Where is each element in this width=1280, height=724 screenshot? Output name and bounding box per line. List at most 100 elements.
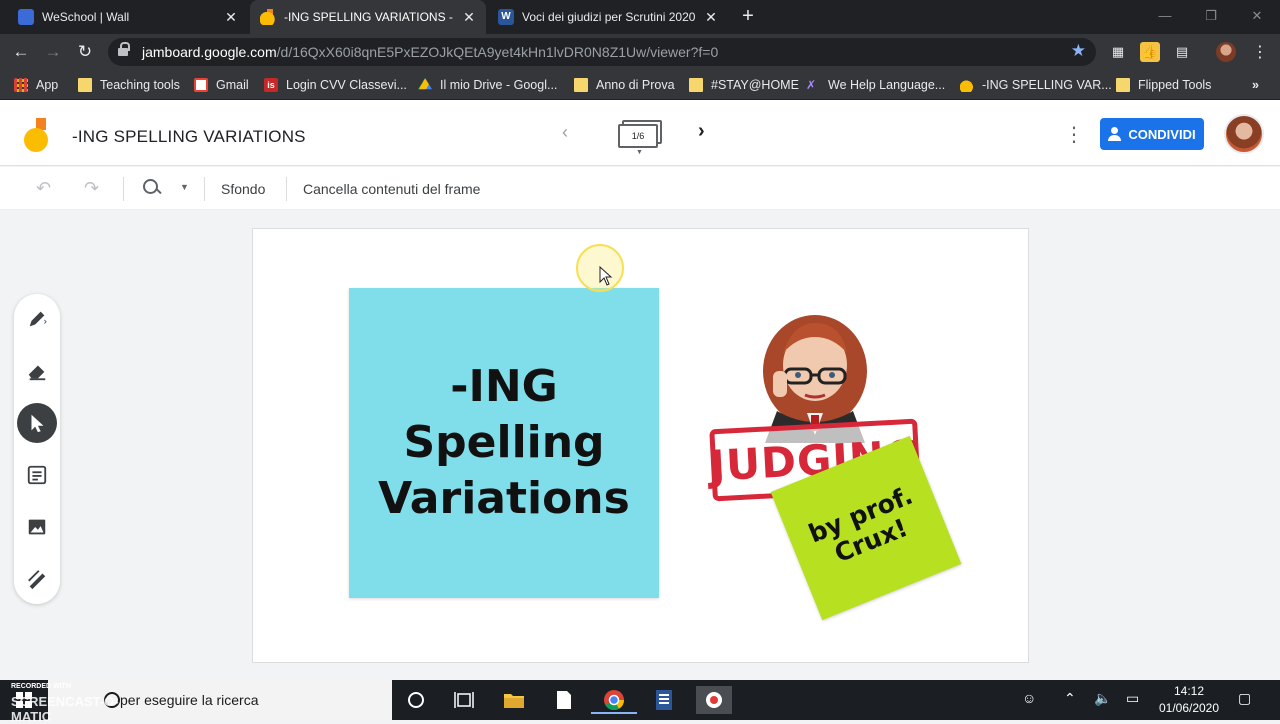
bookmark-label: We Help Language... xyxy=(828,78,946,92)
bookmark-label: Flipped Tools xyxy=(1138,78,1212,92)
thumbs-up-extension-icon[interactable]: 👍 xyxy=(1140,42,1160,62)
back-arrow-icon[interactable]: ← xyxy=(8,40,34,64)
notifications-icon[interactable]: ▢ xyxy=(1238,690,1251,707)
eraser-tool-icon[interactable] xyxy=(17,351,57,391)
reload-icon[interactable]: ↻ xyxy=(72,40,98,64)
forward-arrow-icon[interactable]: → xyxy=(40,40,66,64)
browser-tab-strip: WeSchool | Wall ✕ -ING SPELLING VARIATIO… xyxy=(0,0,1280,34)
frame-counter: 1/6 xyxy=(618,124,658,148)
jam-frame[interactable]: -ING Spelling Variations JUDGING by prof… xyxy=(252,228,1029,663)
address-bar[interactable]: jamboard.google.com/d/16QxX60i8qnE5PxEZO… xyxy=(108,38,1096,66)
more-bookmarks-button[interactable]: » xyxy=(1252,76,1259,94)
chevron-up-icon[interactable]: ⌃ xyxy=(1064,690,1076,707)
tab-voci-giudizi[interactable]: W Voci dei giudizi per Scrutini 2020 ✕ xyxy=(488,0,728,34)
task-view-icon[interactable] xyxy=(450,686,478,714)
url-text: jamboard.google.com/d/16QxX60i8qnE5PxEZO… xyxy=(142,44,718,60)
close-icon[interactable]: ✕ xyxy=(224,9,238,26)
bookmark-app[interactable]: App xyxy=(14,76,58,94)
bookmark-ing-spelling[interactable]: -ING SPELLING VAR... xyxy=(960,76,1112,94)
notepad-file-icon[interactable] xyxy=(550,686,578,714)
file-explorer-icon[interactable] xyxy=(500,686,528,714)
chevron-down-icon[interactable]: ▼ xyxy=(180,182,189,192)
tab-title: WeSchool | Wall xyxy=(42,10,130,24)
restore-icon[interactable]: ❐ xyxy=(1188,0,1234,34)
sticky-note-tool-icon[interactable] xyxy=(17,455,57,495)
user-avatar[interactable] xyxy=(1224,114,1264,154)
close-icon[interactable]: ✕ xyxy=(462,9,476,26)
bookmark-stay-home[interactable]: #STAY@HOME xyxy=(689,76,799,94)
tool-rail xyxy=(14,294,60,604)
recorder-taskbar-icon[interactable] xyxy=(696,686,732,714)
canvas-area: -ING Spelling Variations JUDGING by prof… xyxy=(0,210,1280,680)
jamboard-favicon-icon xyxy=(960,78,974,92)
tab-weschool[interactable]: WeSchool | Wall ✕ xyxy=(8,0,248,34)
apps-grid-icon xyxy=(14,78,28,92)
zoom-icon[interactable] xyxy=(142,178,162,198)
jamboard-toolbar: ↶ ↷ ▼ Sfondo Cancella contenuti del fram… xyxy=(0,167,1280,210)
url-host: jamboard.google.com xyxy=(142,44,277,60)
share-button[interactable]: CONDIVIDI xyxy=(1100,118,1204,150)
pen-tool-icon[interactable] xyxy=(17,299,57,339)
battery-icon[interactable]: ▭ xyxy=(1126,690,1139,707)
undo-icon[interactable]: ↶ xyxy=(36,178,51,199)
select-tool-icon[interactable] xyxy=(17,403,57,443)
folder-icon xyxy=(78,78,92,92)
windows-taskbar: per eseguire la ricerca ☺ ⌃ 🔈 ▭ 14:12 01… xyxy=(0,680,1280,720)
redo-icon[interactable]: ↷ xyxy=(84,178,99,199)
chrome-taskbar-icon[interactable] xyxy=(591,686,637,714)
background-button[interactable]: Sfondo xyxy=(221,181,265,197)
bookmark-teaching-tools[interactable]: Teaching tools xyxy=(78,76,180,94)
divider xyxy=(204,177,205,201)
add-person-icon xyxy=(1108,127,1122,141)
clear-frame-button[interactable]: Cancella contenuti del frame xyxy=(303,181,480,197)
previous-frame-icon[interactable]: ‹ xyxy=(562,122,568,143)
jamboard-header: -ING SPELLING VARIATIONS ‹ 1/6 ▼ › ⋮ CON… xyxy=(0,100,1280,166)
bookmark-flipped-tools[interactable]: Flipped Tools xyxy=(1116,76,1211,94)
volume-icon[interactable]: 🔈 xyxy=(1094,690,1111,707)
cortana-icon[interactable] xyxy=(402,686,430,714)
bookmark-we-help[interactable]: ✗ We Help Language... xyxy=(806,76,945,94)
sticky-note[interactable]: -ING Spelling Variations xyxy=(349,288,659,598)
gmail-icon xyxy=(194,78,208,92)
frame-bar-button[interactable]: 1/6 ▼ xyxy=(616,120,664,156)
bookmark-cvv[interactable]: is Login CVV Classevi... xyxy=(264,76,407,94)
jamboard-favicon-icon xyxy=(260,9,276,25)
minimize-icon[interactable]: — xyxy=(1142,0,1188,34)
chrome-profile-avatar[interactable] xyxy=(1216,42,1236,62)
laser-tool-icon[interactable] xyxy=(17,559,57,599)
system-clock[interactable]: 14:12 01/06/2020 xyxy=(1150,683,1228,717)
green-note-text: by prof. Crux! xyxy=(804,480,917,569)
divider xyxy=(123,177,124,201)
clock-time: 14:12 xyxy=(1173,684,1205,698)
more-options-icon[interactable]: ⋮ xyxy=(1064,122,1084,147)
bookmark-label: #STAY@HOME xyxy=(711,78,799,92)
bookmark-star-icon[interactable]: ★ xyxy=(1071,41,1086,61)
new-tab-button[interactable]: + xyxy=(736,5,760,29)
image-tool-icon[interactable] xyxy=(17,507,57,547)
window-close-icon[interactable]: ✕ xyxy=(1234,0,1280,34)
share-label: CONDIVIDI xyxy=(1128,126,1196,142)
bookmark-anno-prova[interactable]: Anno di Prova xyxy=(574,76,675,94)
close-icon[interactable]: ✕ xyxy=(704,9,718,26)
people-icon[interactable]: ☺ xyxy=(1022,690,1036,706)
extension-table-icon[interactable]: ▤ xyxy=(1172,42,1192,62)
bookmark-gmail[interactable]: Gmail xyxy=(194,76,249,94)
jamboard-logo-icon[interactable] xyxy=(24,118,50,152)
bookmark-drive[interactable]: Il mio Drive - Googl... xyxy=(418,76,557,94)
bookmarks-bar: App Teaching tools Gmail is Login CVV Cl… xyxy=(0,70,1280,100)
weschool-favicon-icon xyxy=(18,9,34,25)
judging-sticker-image[interactable]: JUDGING by prof. Crux! xyxy=(693,309,973,649)
drive-icon xyxy=(418,78,432,90)
tab-jamboard[interactable]: -ING SPELLING VARIATIONS - Go ✕ xyxy=(250,0,486,34)
word-favicon-icon: W xyxy=(498,9,514,25)
we-help-icon: ✗ xyxy=(806,78,817,92)
next-frame-icon[interactable]: › xyxy=(698,120,705,143)
chrome-menu-icon[interactable]: ⋮ xyxy=(1252,42,1268,62)
bookmark-label: -ING SPELLING VAR... xyxy=(982,78,1112,92)
word-taskbar-icon[interactable] xyxy=(650,686,678,714)
bookmark-label: App xyxy=(36,78,59,92)
url-path: /d/16QxX60i8qnE5PxEZOJkQEtA9yet4kHn1lvDR… xyxy=(276,44,719,60)
recording-watermark: RECORDED WITH SCREENCAST-O-MATIC xyxy=(8,682,148,724)
folder-icon xyxy=(689,78,703,92)
extension-grid-icon[interactable]: ▦ xyxy=(1108,42,1128,62)
